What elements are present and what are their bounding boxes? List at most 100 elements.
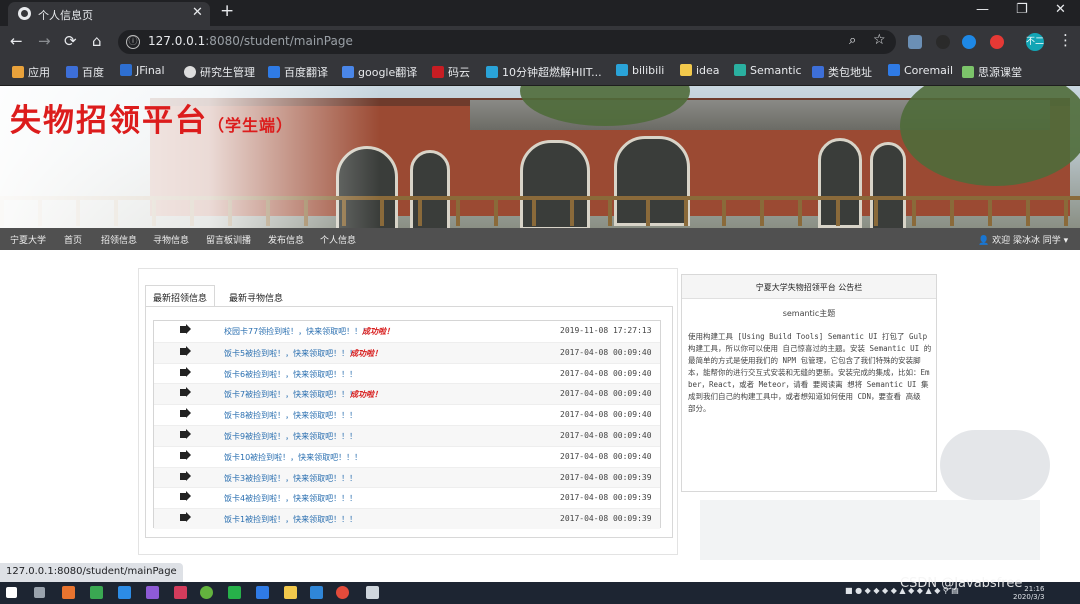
url-host: 127.0.0.1: [148, 34, 206, 48]
idea-icon[interactable]: [174, 586, 187, 599]
success-badge: 成功啦！: [350, 348, 382, 358]
list-item[interactable]: 饭卡9被捡到啦！，快来领取吧！！！ 2017-04-08 00:09:40: [154, 425, 660, 446]
app-icon[interactable]: [256, 586, 269, 599]
bookmark-item[interactable]: google翻译: [342, 64, 417, 80]
item-title-link[interactable]: 饭卡3被捡到啦！，快来领取吧！！！: [224, 473, 357, 484]
item-title-link[interactable]: 校园卡77领捡到啦！，快来领取吧！！！: [224, 326, 370, 337]
list-item[interactable]: 饭卡4被捡到啦！，快来领取吧！！！ 2017-04-08 00:09:39: [154, 487, 660, 508]
bookmark-item[interactable]: Semantic: [734, 64, 802, 77]
speaker-icon: [180, 345, 191, 356]
minimize-button[interactable]: —: [976, 2, 989, 17]
tab-close-icon[interactable]: ✕: [192, 5, 203, 20]
browser-tab-strip: 个人信息页 ✕ + — ❐ ✕: [0, 0, 1080, 26]
speaker-icon: [180, 449, 191, 460]
item-title-link[interactable]: 饭卡9被捡到啦！，快来领取吧！！！: [224, 431, 357, 442]
item-title-link[interactable]: 饭卡5被捡到啦！，快来领取吧！！！: [224, 348, 357, 359]
notice-board: 宁夏大学失物招领平台 公告栏 semantic主题 使用构建工具 [Using …: [681, 274, 937, 492]
site-info-icon[interactable]: ⓘ: [126, 35, 140, 49]
item-time: 2017-04-08 00:09:39: [560, 514, 652, 524]
item-title-link[interactable]: 饭卡8被捡到啦！，快来领取吧！！！: [224, 410, 357, 421]
bookmark-tv-icon: [486, 66, 498, 78]
browser-menu-icon[interactable]: ⋮: [1058, 31, 1073, 49]
item-time: 2017-04-08 00:09:40: [560, 431, 652, 440]
profile-avatar[interactable]: 不二: [1026, 33, 1044, 51]
bookmark-item[interactable]: 应用: [12, 64, 50, 80]
speaker-icon: [180, 491, 191, 502]
browser-tab[interactable]: 个人信息页 ✕: [8, 2, 210, 26]
item-title-link[interactable]: 饭卡4被捡到啦！，快来领取吧！！！: [224, 493, 357, 504]
bookmark-item[interactable]: Coremail: [888, 64, 953, 77]
wechat-icon[interactable]: [228, 586, 241, 599]
nav-item-publish[interactable]: 发布信息: [268, 233, 304, 246]
nav-item-messages[interactable]: 留言板训播: [206, 233, 251, 246]
nav-item-profile[interactable]: 个人信息: [320, 233, 356, 246]
home-button[interactable]: ⌂: [92, 32, 102, 50]
bookmark-item[interactable]: idea: [680, 64, 720, 77]
list-item[interactable]: 饭卡1被捡到啦！，快来领取吧！！！ 2017-04-08 00:09:39: [154, 508, 660, 529]
forward-button[interactable]: →: [38, 32, 51, 50]
bookmark-item[interactable]: 10分钟超燃解HIIT...: [486, 64, 602, 80]
extension-translate-icon[interactable]: [908, 35, 922, 49]
tab-latest-lost[interactable]: 最新寻物信息: [229, 291, 283, 304]
app-icon[interactable]: [90, 586, 103, 599]
app-icon[interactable]: [200, 586, 213, 599]
item-time: 2017-04-08 00:09:40: [560, 368, 652, 378]
bookmark-item[interactable]: 码云: [432, 64, 470, 80]
url-text[interactable]: 127.0.0.1:8080/student/mainPage: [148, 34, 353, 48]
site-title-text: 失物招领平台: [10, 103, 208, 139]
item-title-link[interactable]: 饭卡10被捡到啦！，快来领取吧！！！: [224, 452, 362, 463]
list-item[interactable]: 校园卡77领捡到啦！，快来领取吧！！！ 成功啦！ 2019-11-08 17:27:…: [154, 321, 660, 342]
extension-blue-icon[interactable]: [962, 35, 976, 49]
list-item[interactable]: 饭卡10被捡到啦！，快来领取吧！！！ 2017-04-08 00:09:40: [154, 445, 660, 467]
item-time: 2017-04-08 00:09:39: [560, 472, 652, 482]
zoom-icon[interactable]: ⌕: [849, 33, 856, 48]
folder-icon[interactable]: [284, 586, 297, 599]
list-item[interactable]: 饭卡7被捡到啦！，快来领取吧！！！ 成功啦！ 2017-04-08 00:09:40: [154, 383, 660, 405]
item-title-link[interactable]: 饭卡6被捡到啦！，快来领取吧！！！: [224, 369, 357, 380]
bookmarks-bar: 应用 百度 JFinal 研究生管理 百度翻译 google翻译 码云 10分钟…: [0, 58, 1080, 86]
nav-item-home[interactable]: 首页: [64, 233, 82, 246]
bookmark-item[interactable]: 研究生管理: [184, 64, 255, 80]
start-icon[interactable]: [6, 587, 17, 598]
chrome-icon[interactable]: [336, 586, 349, 599]
bookmark-item[interactable]: 类包地址: [812, 64, 872, 80]
list-item[interactable]: 饭卡6被捡到啦！，快来领取吧！！！ 2017-04-08 00:09:40: [154, 362, 660, 384]
bookmark-item[interactable]: bilibili: [616, 64, 664, 77]
nav-item-brand[interactable]: 宁夏大学: [10, 233, 46, 246]
site-banner: 失物招领平台（学生端）: [0, 86, 1080, 228]
list-item[interactable]: 饭卡8被捡到啦！，快来领取吧！！！ 2017-04-08 00:09:40: [154, 404, 660, 425]
bookmark-label: 研究生管理: [200, 66, 255, 79]
back-button[interactable]: ←: [10, 32, 23, 50]
settings-icon[interactable]: [366, 586, 379, 599]
bookmark-item[interactable]: 百度: [66, 64, 104, 80]
window-close-button[interactable]: ✕: [1055, 2, 1066, 17]
speaker-icon: [180, 366, 191, 377]
bookmark-item[interactable]: 百度翻译: [268, 64, 328, 80]
bookmark-star-icon[interactable]: ☆: [873, 32, 886, 48]
new-tab-button[interactable]: +: [220, 1, 234, 21]
success-badge: 成功啦！: [362, 327, 394, 336]
list-item[interactable]: 饭卡5被捡到啦！，快来领取吧！！！ 成功啦！ 2017-04-08 00:09:40: [154, 341, 660, 363]
app-icon[interactable]: [146, 586, 159, 599]
nav-item-lost[interactable]: 寻物信息: [153, 233, 189, 246]
maximize-button[interactable]: ❐: [1016, 2, 1028, 17]
item-title-link[interactable]: 饭卡7被捡到啦！，快来领取吧！！！: [224, 389, 357, 400]
vscode-icon[interactable]: [118, 586, 131, 599]
extension-red-icon[interactable]: [990, 35, 1004, 49]
bookmark-label: 百度翻译: [284, 66, 328, 79]
extension-dark-icon[interactable]: [936, 35, 950, 49]
user-menu-dropdown[interactable]: 👤 欢迎 梁冰冰 同学 ▾: [978, 233, 1068, 246]
edge-icon[interactable]: [310, 586, 323, 599]
task-view-icon[interactable]: [34, 587, 45, 598]
notice-subtitle: semantic主题: [782, 309, 836, 318]
bookmark-item[interactable]: 思源课堂: [962, 64, 1022, 80]
tab-latest-found[interactable]: 最新招领信息: [145, 285, 215, 307]
item-title-link[interactable]: 饭卡1被捡到啦！，快来领取吧！！！: [224, 514, 357, 525]
nav-item-found[interactable]: 招领信息: [101, 233, 137, 246]
list-item[interactable]: 饭卡3被捡到啦！，快来领取吧！！！ 2017-04-08 00:09:39: [154, 466, 660, 488]
notice-title: 宁夏大学失物招领平台 公告栏: [682, 275, 936, 299]
search-app-icon[interactable]: [62, 586, 75, 599]
address-bar[interactable]: ⓘ 127.0.0.1:8080/student/mainPage ⌕ ☆: [118, 30, 896, 54]
reload-button[interactable]: ⟳: [64, 32, 77, 50]
bookmark-item[interactable]: JFinal: [120, 64, 165, 77]
